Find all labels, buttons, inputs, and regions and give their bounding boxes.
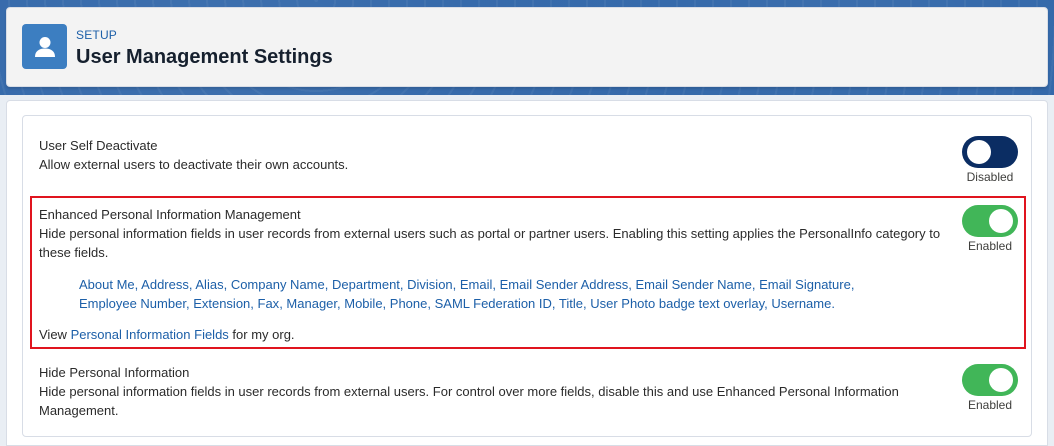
field-separator: . [831,296,835,311]
setting-title: User Self Deactivate [39,138,158,153]
field-link[interactable]: User Photo badge text overlay [590,296,764,311]
setting-enhanced-personal-info: Enhanced Personal Information Management… [39,206,949,262]
page-eyebrow: SETUP [76,28,118,42]
field-link[interactable]: SAML Federation ID [435,296,552,311]
field-link[interactable]: Division [407,277,453,292]
toggle-knob [967,140,991,164]
field-link[interactable]: Mobile [344,296,382,311]
field-separator: , [492,277,500,292]
setting-title: Enhanced Personal Information Management [39,207,301,222]
view-suffix: for my org. [228,327,295,342]
field-link[interactable]: Fax [258,296,280,311]
setting-title: Hide Personal Information [39,365,190,380]
user-self-deactivate-toggle[interactable] [962,136,1018,168]
field-separator: , [551,296,559,311]
toggle-status-label: Enabled [967,239,1013,253]
field-link[interactable]: About Me [79,277,135,292]
enhanced-personal-info-toggle[interactable] [962,205,1018,237]
field-link[interactable]: Address [141,277,189,292]
field-separator: , [223,277,231,292]
setting-description: Hide personal information fields in user… [39,226,941,260]
setting-user-self-deactivate: User Self Deactivate Allow external user… [39,137,939,174]
user-self-deactivate-toggle-group: Disabled [960,136,1020,184]
field-separator: , [850,277,855,292]
view-prefix: View [39,327,71,342]
field-link[interactable]: Manager [286,296,337,311]
field-link[interactable]: Username [771,296,831,311]
field-link[interactable]: Phone [390,296,428,311]
toggle-status-label: Enabled [967,398,1013,412]
toggle-knob [989,368,1013,392]
field-link[interactable]: Extension [193,296,250,311]
setting-hide-personal-info: Hide Personal Information Hide personal … [39,364,909,420]
setting-description: Hide personal information fields in user… [39,384,899,418]
field-separator: , [751,277,760,292]
field-separator: , [628,277,636,292]
field-link[interactable]: Company Name [231,277,325,292]
field-link[interactable]: Email [460,277,493,292]
field-link[interactable]: Employee Number [79,296,186,311]
field-link[interactable]: Email Sender Name [636,277,752,292]
settings-card: User Self Deactivate Allow external user… [6,100,1048,446]
personal-information-fields-link[interactable]: Personal Information Fields [71,327,229,342]
field-separator: , [452,277,460,292]
hide-personal-info-toggle[interactable] [962,364,1018,396]
field-link[interactable]: Email Sender Address [500,277,629,292]
field-link[interactable]: Title [559,296,583,311]
field-separator: , [324,277,332,292]
hide-personal-info-toggle-group: Enabled [960,364,1020,412]
page-title: User Management Settings [76,46,333,68]
view-fields-line: View Personal Information Fields for my … [39,326,295,344]
field-separator: , [250,296,258,311]
personal-info-field-list: About Me, Address, Alias, Company Name, … [79,275,909,313]
field-link[interactable]: Alias [195,277,223,292]
field-link[interactable]: Department [332,277,400,292]
setting-description: Allow external users to deactivate their… [39,157,349,172]
toggle-knob [989,209,1013,233]
settings-panel: User Self Deactivate Allow external user… [22,115,1032,437]
user-icon [22,24,67,69]
page-header: SETUP User Management Settings [6,7,1048,87]
enhanced-personal-info-toggle-group: Enabled [960,205,1020,253]
toggle-status-label: Disabled [966,170,1014,184]
field-separator: , [382,296,390,311]
field-separator: , [427,296,435,311]
field-link[interactable]: Email Signature [759,277,851,292]
